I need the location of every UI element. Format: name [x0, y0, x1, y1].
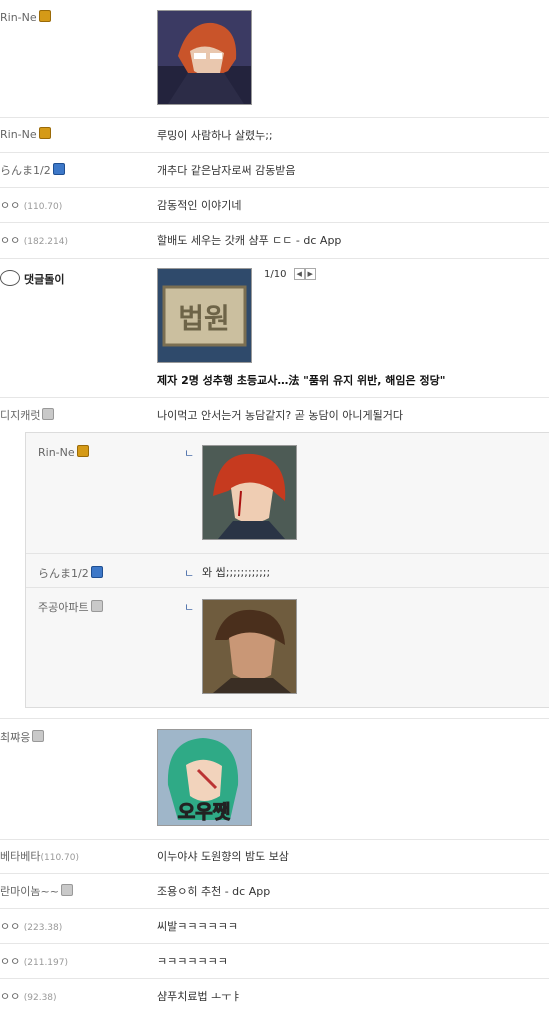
comment-image[interactable] [157, 10, 252, 105]
comment-row-bot: 댓글돌이 법원 1/10 ◀ ▶ 제자 2명 성추행 초등교사…法 "품위 유지 … [0, 258, 549, 398]
gallery-badge-icon [38, 127, 51, 139]
news-thumbnail[interactable]: 법원 [157, 268, 252, 363]
reply-indicator-icon: ㄴ [184, 601, 195, 614]
reply-author[interactable]: Rin-Ne [38, 445, 89, 459]
gallery-badge-icon [90, 566, 103, 578]
reply-row: Rin-Ne ㄴ [26, 433, 549, 554]
comment-text: 개추다 같은남자로써 감동받음 [157, 164, 296, 177]
comment-author[interactable]: 란마이놈~~ [0, 883, 73, 899]
gallery-badge-icon [32, 730, 45, 742]
comment-author[interactable]: 디지캐럿 [0, 407, 55, 423]
reply-image[interactable] [202, 599, 297, 694]
gallery-badge-icon [38, 10, 51, 22]
comment-row: ㅇㅇ (211.197) ㅋㅋㅋㅋㅋㅋㅋ [0, 943, 549, 979]
comment-row: らんま1/2 개추다 같은남자로써 감동받음 [0, 152, 549, 188]
comment-row: 란마이놈~~ 조용ㅇ히 추천 - dc App [0, 873, 549, 909]
comment-ip: (110.70) [23, 202, 63, 212]
comment-row: ㅇㅇ (223.38) 씨발ㅋㅋㅋㅋㅋㅋ [0, 908, 549, 944]
comment-author[interactable]: ㅇㅇ (223.38) [0, 918, 62, 934]
comment-row: ㅇㅇ (182.214) 할배도 세우는 갓캐 샴푸 ㄷㄷ - dc App [0, 222, 549, 259]
thumbnail-caption: 법원 [178, 302, 230, 335]
reply-row: らんま1/2 ㄴ 와 씹;;;;;;;;;;;; [26, 553, 549, 588]
comment-text: 나이먹고 안서는거 농담같지? 곧 농담이 아니게될거다 [157, 409, 403, 422]
comment-author: 댓글돌이 [0, 270, 64, 287]
reply-author[interactable]: 주공아파트 [38, 599, 103, 615]
comment-row: 최쨔응 오우쨋 [0, 718, 549, 840]
comment-author[interactable]: ㅇㅇ (92.38) [0, 988, 57, 1004]
reply-image[interactable] [202, 445, 297, 540]
comment-text: 감동적인 이야기네 [157, 199, 242, 212]
comment-author[interactable]: ㅇㅇ (182.214) [0, 232, 68, 248]
comment-ip: (182.214) [23, 237, 68, 247]
gallery-badge-icon [90, 600, 103, 612]
prev-arrow-icon[interactable]: ◀ [293, 268, 305, 280]
reply-row: 주공아파트 ㄴ [26, 587, 549, 707]
comment-author[interactable]: 최쨔응 [0, 729, 45, 745]
comment-text: 루밍이 사람하나 살렸누;; [157, 129, 273, 142]
comment-author[interactable]: Rin-Ne [0, 10, 51, 24]
comment-text: 이누야샤 도원향의 밤도 보삼 [157, 850, 289, 863]
news-headline[interactable]: 제자 2명 성추행 초등교사…法 "품위 유지 위반, 해임은 정당" [157, 372, 445, 388]
gallery-badge-icon [52, 163, 65, 175]
next-arrow-icon[interactable]: ▶ [304, 268, 316, 280]
comment-ip: (223.38) [23, 923, 63, 933]
reply-indicator-icon: ㄴ [184, 567, 195, 580]
comment-author[interactable]: 베타베타(110.70) [0, 848, 79, 864]
comment-text: ㅋㅋㅋㅋㅋㅋㅋ [157, 955, 228, 968]
comment-row: ㅇㅇ (92.38) 샴푸치료법 ㅗㅜㅑ [0, 978, 549, 1011]
bot-face-icon [0, 270, 20, 286]
pager-count: 1/10 [264, 269, 287, 280]
reply-indicator-icon: ㄴ [184, 447, 195, 460]
comment-row: Rin-Ne [0, 0, 549, 118]
comment-text: 조용ㅇ히 추천 - dc App [157, 885, 271, 898]
gallery-badge-icon [76, 445, 89, 457]
comment-author[interactable]: Rin-Ne [0, 127, 51, 141]
comment-author[interactable]: ㅇㅇ (211.197) [0, 953, 68, 969]
comment-image[interactable]: 오우쨋 [157, 729, 252, 826]
news-pager: 1/10 ◀ ▶ [264, 268, 316, 280]
comment-author[interactable]: ㅇㅇ (110.70) [0, 197, 62, 213]
comment-text: 할배도 세우는 갓캐 샴푸 ㄷㄷ - dc App [157, 234, 342, 247]
gallery-badge-icon [42, 408, 55, 420]
comment-author[interactable]: らんま1/2 [0, 162, 65, 178]
comment-row: 디지캐럿 나이먹고 안서는거 농담같지? 곧 농담이 아니게될거다 [0, 397, 549, 432]
comment-text: 씨발ㅋㅋㅋㅋㅋㅋ [157, 920, 238, 933]
comment-ip: (211.197) [23, 958, 68, 968]
comment-ip: (110.70) [40, 853, 79, 863]
comment-row: Rin-Ne 루밍이 사람하나 살렸누;; [0, 117, 549, 153]
comment-ip: (92.38) [23, 993, 57, 1003]
reply-text: 와 씹;;;;;;;;;;;; [202, 566, 271, 579]
gallery-badge-icon [60, 884, 73, 896]
comment-text: 샴푸치료법 ㅗㅜㅑ [157, 990, 242, 1003]
comment-row: 베타베타(110.70) 이누야샤 도원향의 밤도 보삼 [0, 838, 549, 874]
reply-thread: Rin-Ne ㄴ らんま1/2 ㄴ 와 씹;;;;;;;;;;;; 주공아파트 … [25, 432, 549, 708]
comment-row: ㅇㅇ (110.70) 감동적인 이야기네 [0, 187, 549, 223]
image-caption: 오우쨋 [178, 801, 231, 823]
reply-author[interactable]: らんま1/2 [38, 565, 103, 581]
